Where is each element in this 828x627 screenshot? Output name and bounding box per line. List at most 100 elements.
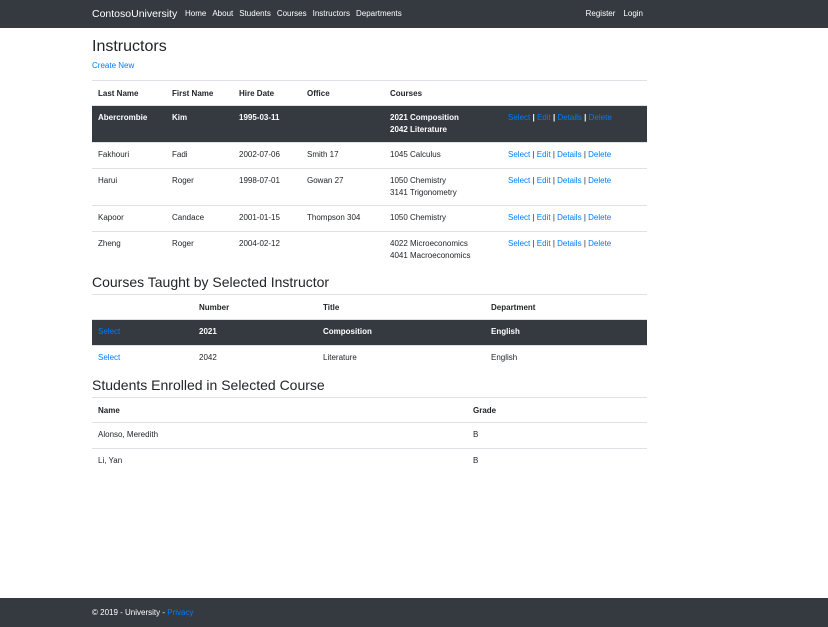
instructors-header-row: Last Name First Name Hire Date Office Co…	[92, 80, 647, 106]
last-name-cell: Zheng	[98, 239, 121, 248]
student-grade-cell: B	[473, 456, 479, 465]
col-last-name: Last Name	[98, 88, 139, 98]
first-name-cell: Kim	[172, 113, 188, 122]
hire-date-cell: 1998-07-01	[239, 176, 280, 185]
brand-link[interactable]: ContosoUniversity	[92, 0, 177, 28]
details-link[interactable]: Details	[557, 239, 581, 248]
students-header-row: Name Grade	[92, 397, 647, 423]
first-name-cell: Fadi	[172, 150, 188, 159]
instructors-table: Last Name First Name Hire Date Office Co…	[92, 80, 647, 268]
col-course-number: Number	[199, 302, 230, 312]
actions-cell: Select | Edit | Details | Delete	[502, 106, 647, 143]
col-course-department: Department	[491, 302, 536, 312]
office-cell: Smith 17	[307, 150, 339, 159]
actions-cell: Select | Edit | Details | Delete	[502, 206, 647, 232]
details-link[interactable]: Details	[557, 176, 581, 185]
course-entry: 4041 Macroeconomics	[390, 251, 471, 260]
col-student-name: Name	[98, 405, 120, 415]
action-separator: |	[552, 239, 555, 248]
account-nav: Register Login	[578, 0, 643, 28]
edit-link[interactable]: Edit	[537, 176, 551, 185]
nav-about-link[interactable]: About	[212, 0, 233, 28]
nav-home-link[interactable]: Home	[185, 0, 206, 28]
course-select-cell: Select	[92, 320, 193, 346]
student-row: Alonso, Meredith B	[92, 422, 647, 449]
nav-courses-link[interactable]: Courses	[277, 0, 307, 28]
student-grade-cell: B	[473, 430, 479, 439]
course-department-cell: English	[491, 353, 518, 362]
details-link[interactable]: Details	[557, 150, 581, 159]
privacy-link[interactable]: Privacy	[167, 608, 193, 617]
edit-link[interactable]: Edit	[537, 239, 551, 248]
delete-link[interactable]: Delete	[588, 176, 611, 185]
office-cell	[301, 232, 384, 269]
action-separator: |	[552, 176, 555, 185]
col-office: Office	[307, 88, 330, 98]
actions-cell: Select | Edit | Details | Delete	[502, 143, 647, 169]
first-name-cell: Candace	[172, 213, 205, 222]
main-nav: Home About Students Courses Instructors …	[185, 0, 408, 28]
footer-text: © 2019 - University - Privacy	[92, 598, 193, 627]
select-link[interactable]: Select	[508, 239, 530, 248]
details-link[interactable]: Details	[557, 113, 581, 122]
details-link[interactable]: Details	[557, 213, 581, 222]
select-link[interactable]: Select	[508, 113, 530, 122]
edit-link[interactable]: Edit	[537, 213, 551, 222]
create-new-link[interactable]: Create New	[92, 61, 134, 70]
course-select-link[interactable]: Select	[98, 327, 120, 336]
course-entry: 1050 Chemistry	[390, 176, 447, 185]
course-entry: 4022 Microeconomics	[390, 239, 468, 248]
action-separator: |	[583, 213, 586, 222]
office-cell: Gowan 27	[307, 176, 344, 185]
hire-date-cell: 2001-01-15	[239, 213, 280, 222]
delete-link[interactable]: Delete	[588, 239, 611, 248]
course-select-cell: Select	[92, 346, 193, 372]
delete-link[interactable]: Delete	[588, 150, 611, 159]
courses-cell: 1050 Chemistry 3141 Trigonometry	[384, 169, 502, 206]
course-entry: 2042 Literature	[390, 125, 447, 134]
last-name-cell: Kapoor	[98, 213, 124, 222]
course-title-cell: Literature	[323, 353, 357, 362]
first-name-cell: Roger	[172, 176, 194, 185]
nav-departments-link[interactable]: Departments	[356, 0, 402, 28]
action-separator: |	[532, 150, 535, 159]
hire-date-cell: 2002-07-06	[239, 150, 280, 159]
select-link[interactable]: Select	[508, 213, 530, 222]
copyright-text: © 2019 - University -	[92, 608, 168, 617]
action-separator: |	[532, 239, 535, 248]
instructor-row: Fakhouri Fadi 2002-07-06 Smith 17 1045 Calcu…	[92, 142, 647, 169]
office-cell	[301, 106, 384, 143]
instructor-row: Zheng Roger 2004-02-12 4022 Microeconomics 4…	[92, 231, 647, 269]
select-link[interactable]: Select	[508, 176, 530, 185]
page-title: Instructors	[92, 38, 167, 55]
course-number-cell: 2042	[199, 353, 217, 362]
course-department-cell: English	[491, 327, 520, 336]
action-separator: |	[532, 213, 535, 222]
student-row: Li, Yan B	[92, 448, 647, 475]
edit-link[interactable]: Edit	[537, 113, 551, 122]
action-separator: |	[532, 176, 535, 185]
instructor-row: Harui Roger 1998-07-01 Gowan 27 1050 Chemist…	[92, 168, 647, 206]
action-separator: |	[552, 213, 555, 222]
action-separator: |	[552, 113, 556, 122]
courses-section-title: Courses Taught by Selected Instructor	[92, 274, 330, 290]
nav-students-link[interactable]: Students	[239, 0, 271, 28]
select-link[interactable]: Select	[508, 150, 530, 159]
students-section-title: Students Enrolled in Selected Course	[92, 377, 325, 393]
courses-cell: 2021 Composition 2042 Literature	[384, 106, 502, 143]
courses-table: Number Title Department Select 2021 Compos…	[92, 294, 647, 371]
nav-instructors-link[interactable]: Instructors	[313, 0, 350, 28]
register-link[interactable]: Register	[586, 0, 616, 28]
delete-link[interactable]: Delete	[589, 113, 612, 122]
course-select-link[interactable]: Select	[98, 353, 120, 362]
action-separator: |	[552, 150, 555, 159]
login-link[interactable]: Login	[623, 0, 643, 28]
col-courses: Courses	[390, 88, 423, 98]
course-row: Select 2042 Literature English	[92, 345, 647, 372]
col-hire-date: Hire Date	[239, 88, 275, 98]
courses-header-row: Number Title Department	[92, 294, 647, 320]
courses-cell: 1045 Calculus	[384, 143, 502, 169]
student-name-cell: Li, Yan	[98, 456, 123, 465]
edit-link[interactable]: Edit	[537, 150, 551, 159]
delete-link[interactable]: Delete	[588, 213, 611, 222]
